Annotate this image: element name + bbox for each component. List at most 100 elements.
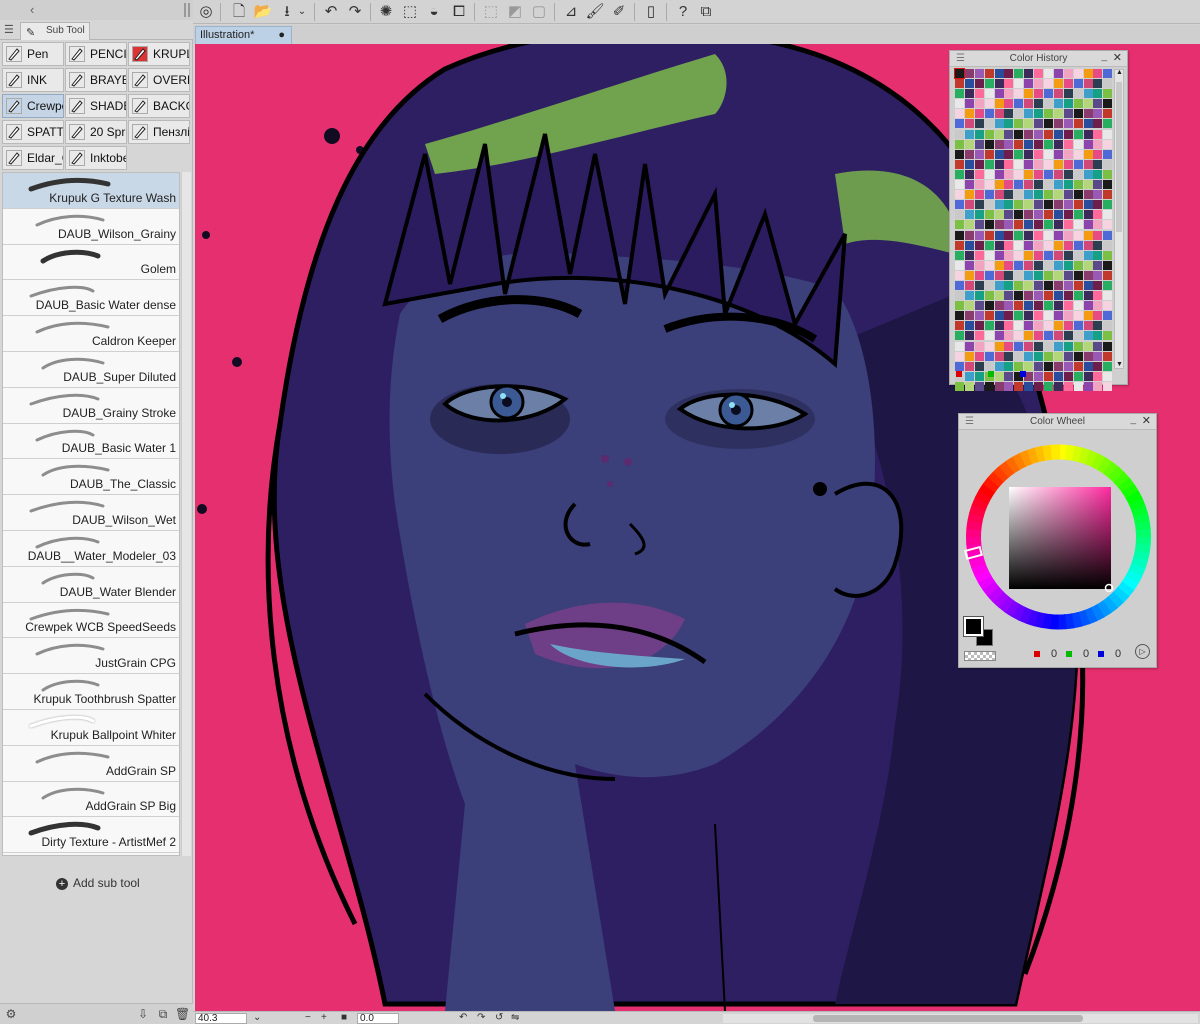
- color-swatch[interactable]: [1083, 321, 1093, 331]
- color-swatch[interactable]: [1024, 89, 1034, 99]
- color-swatch[interactable]: [994, 220, 1004, 230]
- color-swatch[interactable]: [1073, 169, 1083, 179]
- brush-icon[interactable]: 🖌: [585, 2, 605, 22]
- color-swatch[interactable]: [1014, 109, 1024, 119]
- color-swatch[interactable]: [1083, 301, 1093, 311]
- color-swatch[interactable]: [955, 270, 964, 280]
- color-swatch[interactable]: [1004, 89, 1014, 99]
- color-swatch[interactable]: [1073, 331, 1083, 341]
- color-swatch[interactable]: [974, 361, 984, 371]
- color-swatch[interactable]: [1103, 69, 1113, 78]
- color-swatch[interactable]: [1083, 169, 1093, 179]
- color-swatch[interactable]: [984, 381, 994, 391]
- color-swatch[interactable]: [1063, 200, 1073, 210]
- color-swatch[interactable]: [994, 159, 1004, 169]
- device-icon[interactable]: ▯: [641, 2, 661, 22]
- color-swatch[interactable]: [984, 180, 994, 190]
- color-swatch[interactable]: [984, 210, 994, 220]
- sub-tool-group-button[interactable]: OVERL: [128, 68, 190, 92]
- color-swatch[interactable]: [1014, 381, 1024, 391]
- fill-icon[interactable]: ◒: [424, 2, 444, 22]
- color-swatch[interactable]: [994, 331, 1004, 341]
- color-swatch[interactable]: [1014, 250, 1024, 260]
- color-swatch[interactable]: [1024, 79, 1034, 89]
- color-swatch[interactable]: [1004, 240, 1014, 250]
- color-swatch[interactable]: [974, 89, 984, 99]
- color-swatch[interactable]: [1024, 361, 1034, 371]
- color-swatch[interactable]: [994, 311, 1004, 321]
- color-swatch[interactable]: [1044, 109, 1054, 119]
- color-swatch[interactable]: [964, 291, 974, 301]
- color-swatch[interactable]: [1103, 109, 1113, 119]
- color-swatch[interactable]: [1014, 361, 1024, 371]
- color-swatch[interactable]: [994, 79, 1004, 89]
- color-swatch[interactable]: [1014, 230, 1024, 240]
- color-wheel[interactable]: [961, 432, 1156, 632]
- color-swatch[interactable]: [1083, 180, 1093, 190]
- color-swatch[interactable]: [1103, 331, 1113, 341]
- color-swatch[interactable]: [1014, 341, 1024, 351]
- color-swatch[interactable]: [1093, 381, 1103, 391]
- color-swatch[interactable]: [1063, 169, 1073, 179]
- color-swatch[interactable]: [1053, 351, 1063, 361]
- color-swatch[interactable]: [1083, 371, 1093, 381]
- color-swatch[interactable]: [1014, 321, 1024, 331]
- color-swatch[interactable]: [955, 381, 964, 391]
- deselect-icon[interactable]: ⬚: [400, 2, 420, 22]
- color-swatch[interactable]: [964, 69, 974, 78]
- panel-grip-icon[interactable]: [184, 3, 190, 17]
- color-swatch[interactable]: [1053, 190, 1063, 200]
- color-swatch[interactable]: [1083, 250, 1093, 260]
- color-wheel-header[interactable]: ☰ Color Wheel _ ✕: [959, 414, 1156, 430]
- color-swatch[interactable]: [1024, 210, 1034, 220]
- color-swatch[interactable]: [955, 240, 964, 250]
- color-swatch[interactable]: [1024, 200, 1034, 210]
- color-swatch[interactable]: [1073, 109, 1083, 119]
- color-swatch[interactable]: [984, 89, 994, 99]
- document-tab[interactable]: Illustration* ●: [195, 26, 292, 44]
- pen-icon[interactable]: ✐: [609, 2, 629, 22]
- color-swatch[interactable]: [1034, 291, 1044, 301]
- color-swatch[interactable]: [1004, 230, 1014, 240]
- color-swatch[interactable]: [1034, 331, 1044, 341]
- color-swatch[interactable]: [1073, 69, 1083, 78]
- color-swatch[interactable]: [1063, 220, 1073, 230]
- color-swatch[interactable]: [1073, 139, 1083, 149]
- sub-tool-group-button[interactable]: Inktobe: [65, 146, 127, 170]
- color-swatch[interactable]: [955, 230, 964, 240]
- brush-list-item[interactable]: Golem: [3, 244, 179, 281]
- color-swatch[interactable]: [1063, 341, 1073, 351]
- clear-selection-icon[interactable]: ⬚: [481, 2, 501, 22]
- color-swatch[interactable]: [1103, 341, 1113, 351]
- brush-list[interactable]: Krupuk G Texture Wash DAUB_Wilson_Grainy G…: [2, 172, 180, 856]
- color-swatch[interactable]: [1063, 321, 1073, 331]
- color-swatch[interactable]: [955, 169, 964, 179]
- rotate-right-icon[interactable]: ↷: [477, 1012, 485, 1024]
- color-swatch[interactable]: [1093, 240, 1103, 250]
- main-color-swatch[interactable]: [963, 616, 984, 637]
- color-swatch[interactable]: [1044, 270, 1054, 280]
- color-swatch[interactable]: [974, 159, 984, 169]
- color-swatch[interactable]: [955, 351, 964, 361]
- color-swatch[interactable]: [955, 180, 964, 190]
- color-swatch[interactable]: [1053, 311, 1063, 321]
- color-swatch[interactable]: [1103, 260, 1113, 270]
- color-swatch[interactable]: [1103, 240, 1113, 250]
- color-swatch[interactable]: [984, 230, 994, 240]
- color-swatch[interactable]: [955, 119, 964, 129]
- color-swatch[interactable]: [974, 139, 984, 149]
- color-swatch[interactable]: [994, 371, 1004, 381]
- color-swatch[interactable]: [1044, 89, 1054, 99]
- minimize-icon[interactable]: _: [1130, 414, 1136, 425]
- brush-list-item[interactable]: DAUB_The_Classic: [3, 459, 179, 496]
- sub-tool-group-button[interactable]: SHADE: [65, 94, 127, 118]
- color-swatch[interactable]: [974, 301, 984, 311]
- color-swatch[interactable]: [1103, 169, 1113, 179]
- color-swatch[interactable]: [1014, 280, 1024, 290]
- color-swatch[interactable]: [964, 210, 974, 220]
- color-swatch[interactable]: [1014, 89, 1024, 99]
- color-swatch[interactable]: [1044, 129, 1054, 139]
- color-swatch[interactable]: [1044, 159, 1054, 169]
- color-swatch[interactable]: [1034, 180, 1044, 190]
- color-swatch[interactable]: [1093, 159, 1103, 169]
